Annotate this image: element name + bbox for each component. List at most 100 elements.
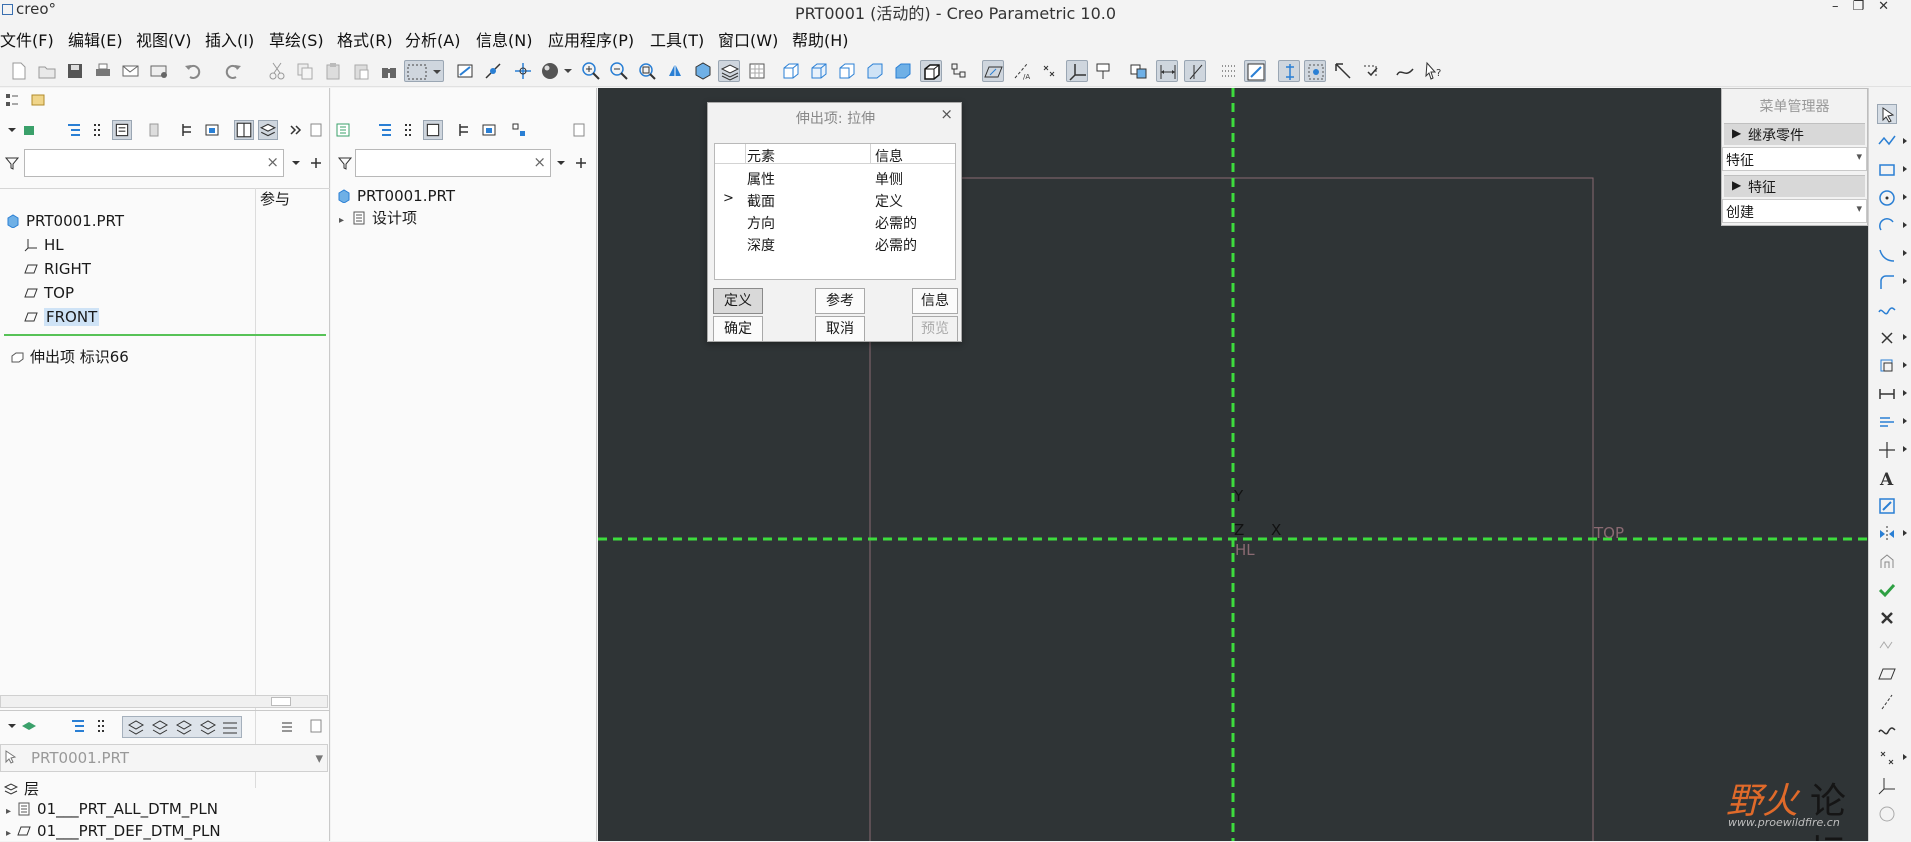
- menu-file[interactable]: 文件(F): [0, 27, 54, 51]
- select-arrow-icon[interactable]: [1877, 104, 1897, 124]
- menu-applications[interactable]: 应用程序(P): [548, 27, 634, 51]
- detail-tree-icon[interactable]: [335, 122, 351, 138]
- tree-hscrollbar[interactable]: [0, 695, 328, 708]
- restore-button[interactable]: ❐: [1852, 0, 1878, 14]
- open-folder-icon[interactable]: [36, 60, 58, 82]
- circle-tool-icon[interactable]: [1877, 188, 1907, 208]
- view-no-hidden-icon[interactable]: [864, 60, 886, 82]
- modify-tool-icon[interactable]: [1877, 496, 1897, 516]
- datum-curve-tool-icon[interactable]: [1877, 720, 1897, 740]
- table-row[interactable]: > 截面 定义: [715, 190, 955, 210]
- appearance-icon[interactable]: [746, 60, 768, 82]
- cut-icon[interactable]: [266, 60, 288, 82]
- tree-nav-icon[interactable]: [4, 92, 20, 108]
- find-binoculars-icon[interactable]: [378, 60, 400, 82]
- selection-box-icon[interactable]: [404, 60, 444, 82]
- detail-item-design-items[interactable]: ▸ 设计项: [339, 207, 417, 228]
- search-dropdown-icon[interactable]: [553, 155, 569, 171]
- tree-root-part[interactable]: PRT0001.PRT: [6, 212, 124, 230]
- tree-item-hl[interactable]: HL: [24, 236, 64, 254]
- cancel-x-icon[interactable]: [1877, 608, 1897, 628]
- element-info-table[interactable]: 元素 信息 属性 单侧 > 截面 定义 方向 必需的 深度 必需的: [714, 143, 956, 280]
- datum-axis-display-icon[interactable]: /A: [1010, 60, 1032, 82]
- rectangle-tool-icon[interactable]: [1877, 160, 1907, 180]
- tree-search-input[interactable]: ×: [24, 149, 284, 177]
- info-button[interactable]: 信息: [912, 288, 958, 314]
- spline-icon[interactable]: [1877, 300, 1897, 320]
- layer-expand-icon[interactable]: [70, 718, 86, 734]
- palette-tool-icon[interactable]: [1877, 552, 1897, 572]
- clear-search-icon[interactable]: ×: [533, 153, 546, 171]
- scroll-thumb[interactable]: [271, 697, 291, 706]
- detail-search-input[interactable]: ×: [355, 149, 551, 177]
- new-file-icon[interactable]: [8, 60, 30, 82]
- dialog-close-icon[interactable]: ×: [940, 105, 953, 123]
- view-shaded-edges-icon[interactable]: [920, 60, 942, 82]
- point-icon[interactable]: [512, 60, 534, 82]
- copy-icon[interactable]: [294, 60, 316, 82]
- dimension-h-icon[interactable]: [1156, 60, 1178, 82]
- mail-attach-icon[interactable]: [148, 60, 170, 82]
- axis-sketch-icon[interactable]: [482, 60, 504, 82]
- repaint-icon[interactable]: [664, 60, 686, 82]
- expand-arrow-icon[interactable]: ▸: [339, 215, 344, 226]
- tree-item-right[interactable]: RIGHT: [24, 260, 91, 278]
- zoom-in-icon[interactable]: [580, 60, 602, 82]
- search-dropdown-icon[interactable]: [288, 155, 304, 171]
- collapse-tree-icon[interactable]: [90, 122, 106, 138]
- redo-icon[interactable]: [222, 60, 244, 82]
- inherited-part-section[interactable]: ▶ 继承零件: [1724, 123, 1865, 145]
- show-icon[interactable]: [146, 122, 162, 138]
- menu-view[interactable]: 视图(V): [136, 27, 191, 51]
- column-header-participate[interactable]: 参与: [260, 188, 290, 209]
- menu-info[interactable]: 信息(N): [476, 27, 532, 51]
- cancel-button[interactable]: 取消: [815, 316, 865, 342]
- minimize-button[interactable]: –: [1832, 0, 1853, 14]
- spline-tool-icon[interactable]: [1394, 60, 1416, 82]
- layer-collapse-icon[interactable]: [94, 718, 110, 734]
- model-tree-toggle-icon[interactable]: [948, 60, 970, 82]
- clear-search-icon[interactable]: ×: [266, 153, 279, 171]
- layer-properties-icon[interactable]: [308, 718, 324, 734]
- detail-collapse-icon[interactable]: [401, 122, 417, 138]
- sketch-orient-icon[interactable]: [1244, 60, 1266, 82]
- datum-point-display-icon[interactable]: [1038, 60, 1060, 82]
- dimension-tool-icon[interactable]: [1877, 384, 1907, 404]
- constraint-display-icon[interactable]: [1278, 60, 1300, 82]
- properties-icon[interactable]: [308, 122, 324, 138]
- feature-section[interactable]: ▶ 特征: [1724, 175, 1865, 197]
- undo-icon[interactable]: [182, 60, 204, 82]
- add-filter-icon[interactable]: [308, 155, 324, 171]
- layer-menu-icon[interactable]: [6, 718, 40, 734]
- window-controls[interactable]: –❐✕: [1832, 0, 1903, 14]
- check-sketch-icon[interactable]: [1360, 60, 1382, 82]
- menu-help[interactable]: 帮助(H): [792, 27, 849, 51]
- overflow-chevron-icon[interactable]: [288, 122, 304, 138]
- table-row[interactable]: 深度 必需的: [715, 234, 955, 254]
- constraint-tool-icon[interactable]: [1877, 412, 1907, 432]
- menu-window[interactable]: 窗口(W): [718, 27, 778, 51]
- centerline-tool-icon[interactable]: [1877, 440, 1907, 460]
- references-button[interactable]: 参考: [815, 288, 865, 314]
- add-filter-icon[interactable]: [573, 155, 589, 171]
- datum-plane-display-icon[interactable]: [982, 60, 1004, 82]
- detail-columns-icon[interactable]: [457, 122, 473, 138]
- menu-manager[interactable]: 菜单管理器 ▶ 继承零件 特征 ▾ ▶ 特征 创建 ▾: [1721, 88, 1868, 226]
- menu-insert[interactable]: 插入(I): [205, 27, 254, 51]
- detail-filter-icon[interactable]: [423, 120, 443, 140]
- menu-format[interactable]: 格式(R): [337, 27, 393, 51]
- insert-indicator-line[interactable]: [4, 334, 326, 336]
- arc-tool-icon[interactable]: [1877, 216, 1907, 236]
- diagnostics-icon[interactable]: [1332, 60, 1354, 82]
- view-shaded-icon[interactable]: [892, 60, 914, 82]
- text-tool-icon[interactable]: A: [1877, 468, 1897, 490]
- zoom-out-icon[interactable]: [608, 60, 630, 82]
- split-view-icon[interactable]: [234, 120, 254, 140]
- datum-tool-icon[interactable]: [1877, 636, 1897, 656]
- csys-display-icon[interactable]: [1066, 60, 1088, 82]
- detail-properties-icon[interactable]: [571, 122, 587, 138]
- view-wireframe-icon[interactable]: [808, 60, 830, 82]
- folder-browser-icon[interactable]: [30, 92, 46, 108]
- dimension-v-icon[interactable]: [1184, 60, 1206, 82]
- ellipse-arc-tool-icon[interactable]: [1877, 244, 1907, 264]
